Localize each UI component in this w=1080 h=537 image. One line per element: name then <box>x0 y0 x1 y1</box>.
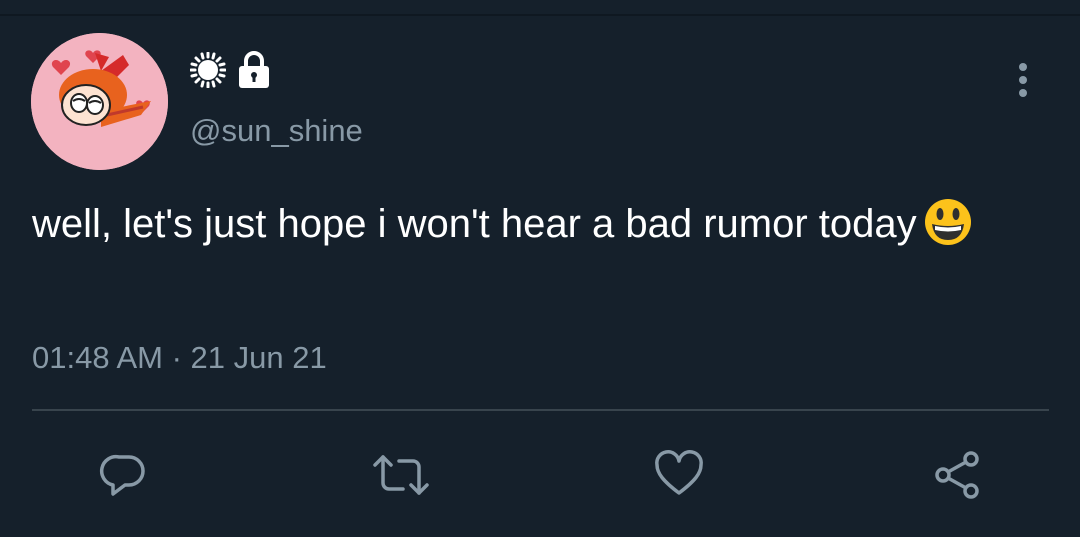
top-divider <box>0 14 1080 16</box>
reply-button[interactable] <box>93 445 153 505</box>
tweet-timestamp: 01:48 AM · 21 Jun 21 <box>32 340 327 375</box>
share-button[interactable] <box>927 445 987 505</box>
tweet-body: well, let's just hope i won't hear a bad… <box>32 202 917 246</box>
grinning-face-icon <box>923 197 973 262</box>
retweet-button[interactable] <box>371 445 431 505</box>
display-name <box>190 48 272 92</box>
user-handle[interactable]: @sun_shine <box>190 113 363 149</box>
lock-icon <box>239 51 269 88</box>
sun-icon <box>190 52 226 88</box>
tweet-text: well, let's just hope i won't hear a bad… <box>32 196 1042 262</box>
retweet-icon <box>373 455 429 495</box>
share-icon <box>935 451 979 499</box>
tweet-actions <box>0 445 1080 505</box>
like-button[interactable] <box>649 445 709 505</box>
more-options-icon[interactable] <box>1008 60 1038 100</box>
avatar-image <box>31 33 168 170</box>
avatar[interactable] <box>31 33 168 170</box>
like-icon <box>655 450 703 495</box>
actions-divider <box>32 409 1049 411</box>
reply-icon <box>100 454 145 496</box>
